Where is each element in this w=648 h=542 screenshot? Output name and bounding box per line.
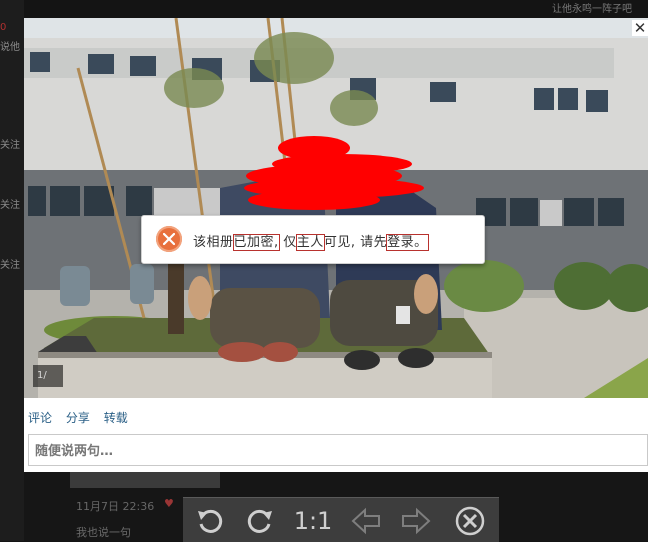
share-link[interactable]: 分享 bbox=[66, 411, 90, 425]
bg-left-item: 说他 bbox=[0, 42, 20, 53]
heart-icon: ♥ bbox=[164, 497, 174, 510]
encrypted-album-alert: 该相册已加密, 仅主人可见, 请先登录。 bbox=[141, 215, 485, 264]
bg-left-item: 关注 bbox=[0, 260, 20, 271]
login-link[interactable]: 登录。 bbox=[386, 234, 429, 251]
background-top-text: 让他永鸣一阵子吧 bbox=[552, 4, 632, 15]
alert-text-part: 该相册 bbox=[193, 235, 234, 250]
comment-input[interactable] bbox=[33, 443, 597, 460]
comment-link[interactable]: 评论 bbox=[28, 411, 52, 425]
alert-highlight-owner: 主人 bbox=[295, 234, 325, 251]
photo-image bbox=[24, 18, 648, 398]
bg-left-item: 关注 bbox=[0, 140, 20, 151]
background-thumbnails bbox=[70, 472, 220, 488]
bg-badge: 0 bbox=[0, 22, 7, 33]
viewer-toolbar: 1:1 bbox=[183, 497, 499, 542]
rotate-right-icon[interactable] bbox=[245, 506, 275, 536]
alert-text-part: 仅 bbox=[278, 235, 297, 250]
close-viewer-button[interactable]: ✕ bbox=[632, 20, 648, 36]
background-comment-prompt: 我也说一句 bbox=[76, 526, 131, 539]
comment-box bbox=[28, 434, 648, 466]
rotate-left-icon[interactable] bbox=[195, 506, 225, 536]
photo-actions: 评论 分享 转载 bbox=[28, 409, 138, 426]
prev-arrow-icon[interactable] bbox=[351, 506, 381, 536]
repost-link[interactable]: 转载 bbox=[104, 411, 128, 425]
bg-left-item: 关注 bbox=[0, 200, 20, 211]
alert-text-part: 可见, 请先 bbox=[323, 235, 388, 250]
close-circle-icon[interactable] bbox=[455, 506, 485, 536]
next-arrow-icon[interactable] bbox=[401, 506, 431, 536]
alert-highlight-encrypted: 已加密, bbox=[232, 234, 280, 251]
error-icon bbox=[156, 226, 182, 252]
photo-counter: 1/ bbox=[33, 365, 63, 387]
alert-message: 该相册已加密, 仅主人可见, 请先登录。 bbox=[193, 231, 429, 251]
background-post-date: 11月7日 22:36 bbox=[76, 500, 155, 513]
actual-size-button[interactable]: 1:1 bbox=[293, 506, 333, 536]
background-sidebar: 0 说他 关注 关注 关注 bbox=[0, 0, 24, 541]
photo-viewer: 1/ ✕ 该相册已加密, 仅主人可见, 请先登录。 评论 分享 转载 bbox=[24, 18, 648, 472]
photo: 1/ bbox=[24, 18, 648, 398]
